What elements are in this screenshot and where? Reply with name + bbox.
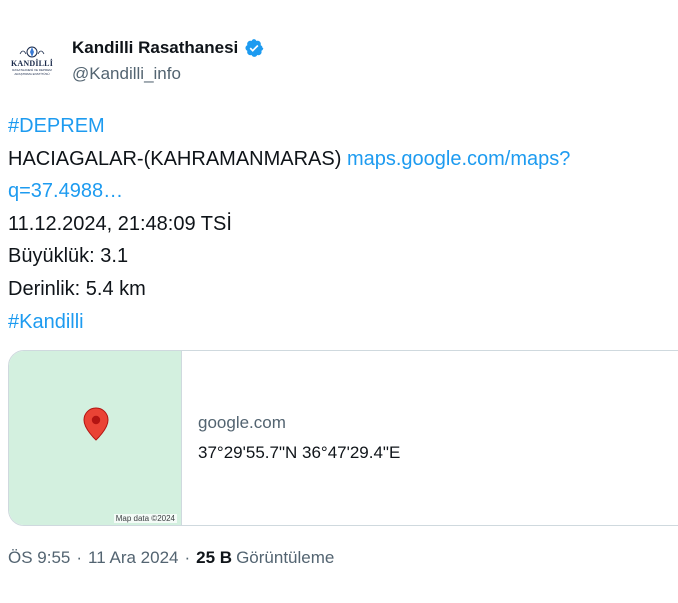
card-body: google.com 37°29'55.7"N 36°47'29.4"E	[182, 351, 400, 525]
hashtag-kandilli-link[interactable]: #Kandilli	[8, 311, 84, 333]
tweet-magnitude: Büyüklük: 3.1	[8, 245, 129, 268]
separator-dot: ·	[184, 548, 191, 567]
maps-link[interactable]: maps.google.com/maps?	[347, 148, 570, 170]
kandilli-logo-icon	[19, 46, 45, 58]
verified-badge-icon[interactable]	[244, 38, 264, 58]
card-coordinates: 37°29'55.7"N 36°47'29.4"E	[198, 443, 401, 462]
tweet-text: #DEPREM HACIAGALAR-(KAHRAMANMARAS) maps.…	[8, 110, 668, 338]
tweet-time[interactable]: ÖS 9:55	[8, 548, 70, 568]
hashtag-deprem-link[interactable]: #DEPREM	[8, 115, 105, 137]
tweet-meta: ÖS 9:55 · 11 Ara 2024 · 25 B Görüntüleme	[8, 548, 334, 568]
tweet-date[interactable]: 11 Ara 2024	[88, 548, 178, 568]
views-count: 25 B	[196, 548, 233, 567]
tweet-depth: Derinlik: 5.4 km	[8, 277, 146, 300]
author-handle[interactable]: @Kandilli_info	[72, 64, 181, 84]
map-thumbnail[interactable]: Map data ©2024	[9, 351, 182, 525]
map-credit: Map data ©2024	[113, 514, 177, 523]
link-preview-card[interactable]: Map data ©2024 google.com 37°29'55.7"N 3…	[8, 350, 678, 526]
avatar-logo-subtext: RASATHANESİ VE DEPREM ARAŞTIRMA ENSTİTÜS…	[12, 68, 52, 76]
tweet-datetime: 11.12.2024, 21:48:09 TSİ	[8, 212, 232, 235]
avatar-logo-text: KANDİLLİ	[10, 59, 54, 68]
separator-dot: ·	[76, 548, 83, 567]
avatar[interactable]: KANDİLLİ RASATHANESİ VE DEPREM ARAŞTIRMA…	[8, 36, 56, 84]
card-domain: google.com	[198, 413, 286, 432]
map-pin-icon	[83, 407, 109, 441]
views-label: Görüntüleme	[236, 548, 335, 567]
tweet-location-text: HACIAGALAR-(KAHRAMANMARAS)	[8, 147, 347, 170]
author-name-row: Kandilli Rasathanesi	[72, 36, 264, 60]
maps-link-continued[interactable]: q=37.4988…	[8, 180, 123, 202]
author-display-name[interactable]: Kandilli Rasathanesi	[72, 38, 238, 58]
